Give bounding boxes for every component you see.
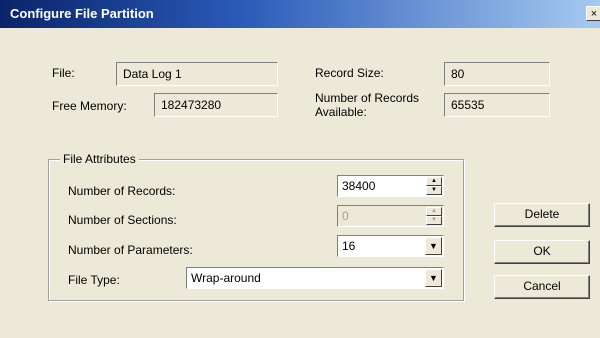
spin-up-icon[interactable]: ▲: [426, 177, 442, 186]
num-parameters-label: Number of Parameters:: [68, 243, 193, 257]
record-size-label: Record Size:: [315, 66, 384, 80]
file-attributes-legend: File Attributes: [60, 152, 139, 166]
num-records-spinner: ▲ ▼: [337, 175, 444, 197]
num-sections-label: Number of Sections:: [68, 213, 177, 227]
free-memory-field: 182473280: [154, 93, 278, 117]
spin-down-icon: ▼: [426, 216, 442, 225]
window-title: Configure File Partition: [10, 6, 154, 21]
records-available-label: Number of Records Available:: [315, 91, 420, 119]
free-memory-label: Free Memory:: [52, 99, 127, 113]
chevron-down-icon[interactable]: ▼: [425, 269, 442, 287]
delete-button[interactable]: Delete: [494, 203, 590, 227]
chevron-down-icon[interactable]: ▼: [425, 237, 442, 255]
num-parameters-value: 16: [342, 239, 356, 253]
file-name-field: Data Log 1: [116, 62, 278, 86]
spin-up-icon: ▲: [426, 207, 442, 216]
num-sections-spinner: ▲ ▼: [337, 205, 444, 227]
ok-button[interactable]: OK: [494, 240, 590, 264]
file-type-label: File Type:: [68, 273, 120, 287]
num-records-input[interactable]: [342, 179, 422, 193]
file-label: File:: [52, 66, 75, 80]
num-sections-input: [342, 209, 422, 223]
configure-file-partition-dialog: Configure File Partition × File: Data Lo…: [0, 0, 600, 338]
file-type-select[interactable]: Wrap-around ▼: [186, 267, 444, 289]
record-size-field: 80: [444, 62, 550, 86]
close-icon[interactable]: ×: [586, 6, 600, 21]
title-bar[interactable]: Configure File Partition ×: [0, 0, 600, 28]
file-type-value: Wrap-around: [191, 271, 261, 285]
num-records-label: Number of Records:: [68, 184, 176, 198]
cancel-button[interactable]: Cancel: [494, 275, 590, 299]
records-available-field: 65535: [444, 93, 550, 117]
num-parameters-select[interactable]: 16 ▼: [337, 235, 444, 257]
spin-down-icon[interactable]: ▼: [426, 186, 442, 195]
